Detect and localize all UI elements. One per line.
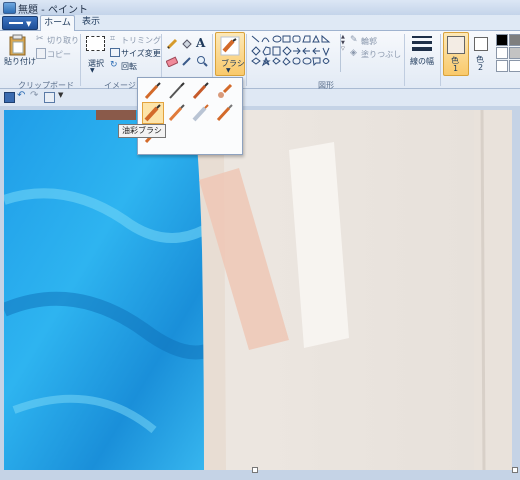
- outline-button[interactable]: ✎ 輪郭: [350, 35, 400, 47]
- brush-option-brush[interactable]: [142, 80, 164, 102]
- brush-option-calligraphy2[interactable]: [190, 80, 212, 102]
- brush-label: ブラシ: [221, 59, 245, 68]
- resize-handle-corner[interactable]: [512, 467, 518, 473]
- size-button[interactable]: 線の幅: [408, 34, 438, 74]
- drawing-canvas[interactable]: [4, 110, 512, 470]
- color1-swatch: [447, 36, 465, 54]
- brush-option-calligraphy1[interactable]: [166, 80, 188, 102]
- crop-button[interactable]: ⌗ トリミング: [110, 34, 161, 46]
- brush-icon: [220, 36, 240, 56]
- fill-icon: ◈: [350, 48, 357, 58]
- chevron-down-icon: ▼: [226, 67, 231, 74]
- color2-number: 2: [478, 63, 484, 72]
- brush-dropdown: [137, 77, 243, 155]
- print-icon[interactable]: [44, 92, 55, 103]
- brush-option-crayon[interactable]: [166, 102, 188, 124]
- eraser-icon[interactable]: [165, 55, 179, 68]
- outline-icon: ✎: [350, 35, 358, 45]
- copy-button[interactable]: コピー: [36, 48, 74, 60]
- canvas-image: [4, 110, 512, 470]
- group-divider: [404, 34, 405, 86]
- resize-label: サイズ変更: [121, 49, 161, 58]
- palette-black[interactable]: [496, 34, 508, 46]
- text-tool-icon[interactable]: A: [196, 36, 205, 50]
- size-label: 線の幅: [410, 57, 434, 66]
- palette-gray[interactable]: [509, 34, 520, 46]
- color2-swatch: [474, 37, 488, 51]
- rotate-button[interactable]: ↻ 回転: [110, 60, 160, 72]
- pencil-icon[interactable]: [166, 38, 178, 50]
- window-title: 無題 - ペイント: [18, 5, 88, 16]
- undo-icon[interactable]: ↶: [17, 90, 25, 101]
- resize-button[interactable]: サイズ変更: [110, 47, 161, 59]
- magnifier-icon[interactable]: [196, 55, 208, 67]
- customize-chevron-icon[interactable]: ▼: [58, 91, 63, 99]
- palette-empty[interactable]: [496, 60, 508, 72]
- select-rectangle-icon: [86, 36, 105, 51]
- rotate-label: 回転: [121, 62, 137, 71]
- copy-label: コピー: [47, 50, 71, 59]
- color-picker-icon[interactable]: [181, 55, 193, 67]
- shapes-scroll[interactable]: ▲ ▼ ▽: [340, 34, 347, 72]
- rotate-icon: ↻: [110, 60, 118, 70]
- group-divider: [246, 34, 247, 86]
- tab-view[interactable]: 表示: [82, 15, 100, 30]
- palette-lightgray[interactable]: [509, 47, 520, 59]
- clipboard-icon: [9, 34, 26, 56]
- crop-icon: ⌗: [110, 34, 116, 44]
- paste-label: 貼り付け: [4, 57, 36, 66]
- brush-option-airbrush[interactable]: [214, 80, 236, 102]
- palette-white[interactable]: [496, 47, 508, 59]
- cut-button[interactable]: ✂ 切り取り: [36, 34, 79, 46]
- brush-option-marker[interactable]: [190, 102, 212, 124]
- fill-button[interactable]: ◈ 塗りつぶし: [350, 48, 405, 60]
- crop-label: トリミング: [121, 36, 161, 45]
- palette-empty[interactable]: [509, 60, 520, 72]
- outline-label: 輪郭: [361, 37, 377, 46]
- brush-tooltip: 油彩ブラシ: [118, 124, 166, 138]
- ribbon-tab-row: ▼ ホーム 表示: [0, 15, 520, 31]
- tab-home[interactable]: ホーム: [40, 15, 75, 31]
- redo-icon[interactable]: ↷: [30, 90, 38, 101]
- line-thin-icon: [412, 36, 432, 38]
- chevron-down-icon: ▼: [26, 20, 32, 28]
- file-menu-button[interactable]: ▼: [2, 16, 38, 30]
- shapes-gallery[interactable]: [250, 34, 340, 74]
- group-divider: [80, 34, 81, 86]
- fill-bucket-icon[interactable]: [181, 38, 193, 50]
- brush-option-pencil[interactable]: [214, 102, 236, 124]
- color1-button[interactable]: 色 1: [443, 32, 469, 76]
- fill-label: 塗りつぶし: [361, 50, 402, 59]
- color1-number: 1: [453, 64, 459, 73]
- save-icon[interactable]: [4, 92, 15, 103]
- line-thick-icon: [412, 47, 432, 51]
- resize-handle-bottom[interactable]: [252, 467, 258, 473]
- color2-button[interactable]: 色 2: [470, 32, 492, 74]
- cut-label: 切り取り: [47, 36, 79, 45]
- line-medium-icon: [412, 41, 432, 44]
- quick-access-toolbar: ↶ ↷ ▼: [0, 89, 520, 107]
- menu-bar-icon: [9, 22, 23, 24]
- title-bar: 無題 - ペイント: [0, 0, 520, 16]
- brush-option-oil[interactable]: [142, 102, 164, 124]
- scissors-icon: ✂: [36, 34, 44, 44]
- copy-icon: [36, 48, 46, 59]
- select-chevron-icon[interactable]: ▼: [90, 67, 95, 74]
- shapes-icon: [251, 34, 331, 67]
- paint-app-icon[interactable]: [3, 2, 16, 14]
- resize-icon: [110, 48, 120, 57]
- brush-button[interactable]: ブラシ ▼: [215, 32, 245, 76]
- group-divider: [440, 34, 441, 86]
